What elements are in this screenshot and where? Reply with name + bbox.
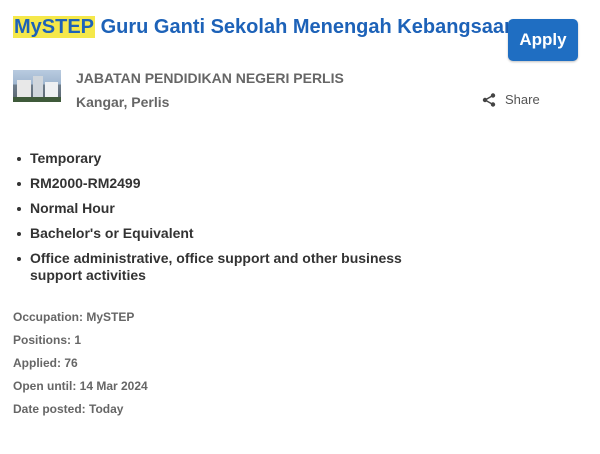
occupation: Occupation: MySTEP <box>13 310 135 324</box>
apply-button[interactable]: Apply <box>508 19 578 61</box>
search-highlight: MySTEP <box>13 16 96 38</box>
employment-type: Temporary <box>14 150 454 167</box>
share-icon <box>482 92 496 107</box>
positions-count: Positions: 1 <box>13 333 82 347</box>
job-location: Kangar, Perlis <box>76 94 170 110</box>
job-title-text: Guru Ganti Sekolah Menengah Kebangsaan A… <box>95 16 508 38</box>
share-label: Share <box>505 92 540 107</box>
education-level: Bachelor's or Equivalent <box>14 225 454 242</box>
employer-name[interactable]: JABATAN PENDIDIKAN NEGERI PERLIS <box>76 70 344 87</box>
job-meta: Occupation: MySTEP Positions: 1 Applied:… <box>13 310 148 425</box>
share-button[interactable]: Share <box>482 92 540 107</box>
open-until-date: Open until: 14 Mar 2024 <box>13 379 148 393</box>
applied-count: Applied: 76 <box>13 356 78 370</box>
job-title[interactable]: MySTEP Guru Ganti Sekolah Menengah Keban… <box>13 14 508 40</box>
date-posted: Date posted: Today <box>13 402 124 416</box>
working-hours: Normal Hour <box>14 200 454 217</box>
job-sector: Office administrative, office support an… <box>14 250 454 284</box>
job-details-list: Temporary RM2000-RM2499 Normal Hour Bach… <box>14 150 454 292</box>
employer-logo <box>13 70 61 102</box>
salary-range: RM2000-RM2499 <box>14 175 454 192</box>
